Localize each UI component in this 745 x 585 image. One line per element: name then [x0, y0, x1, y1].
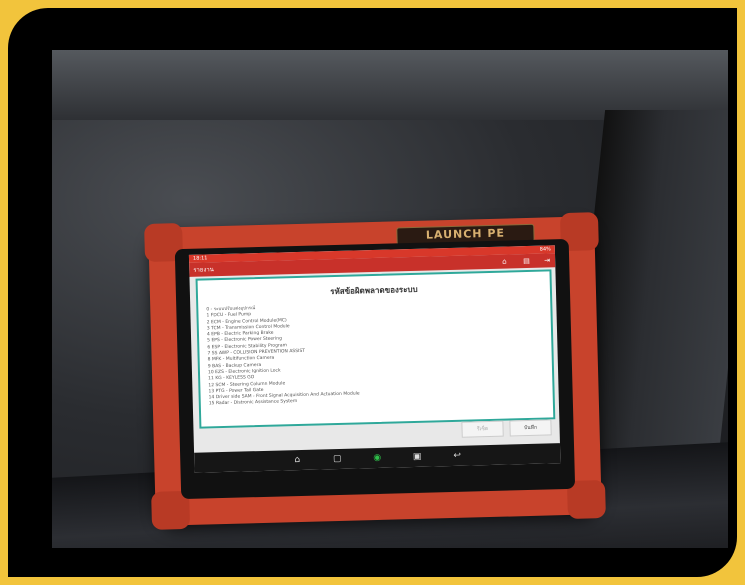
panel-title: รหัสข้อผิดพลาดของระบบ	[330, 284, 418, 297]
back-icon[interactable]: ↩	[451, 451, 463, 461]
clock: 18:11	[192, 255, 208, 262]
exit-icon[interactable]: ⇥	[544, 256, 551, 264]
android-navbar: ⌂ ▢ ◉ ▣ ↩	[194, 443, 561, 473]
tablet-bezel: 18:11 84% รายงาน ⌂ ▤ ⇥ รหัสข้อผิดพลาดของ…	[174, 238, 576, 500]
page-title: รายงาน	[193, 266, 214, 274]
home-icon[interactable]: ⌂	[502, 257, 509, 265]
tablet-screen: 18:11 84% รายงาน ⌂ ▤ ⇥ รหัสข้อผิดพลาดของ…	[188, 245, 561, 473]
vci-icon[interactable]: ◉	[371, 453, 383, 463]
photo: LAUNCH PE 18:11 84% รายงาน ⌂ ▤ ⇥ รหัสข้อ…	[52, 50, 728, 548]
save-button[interactable]: บันทึก	[509, 419, 552, 437]
screenshot-icon[interactable]: ▣	[411, 452, 423, 462]
print-icon[interactable]: ▤	[523, 256, 530, 264]
battery: 84%	[539, 246, 551, 253]
dtc-panel: รหัสข้อผิดพลาดของระบบ 0 - ระบบปรับแต่งอุ…	[195, 269, 556, 429]
yellow-frame: LAUNCH PE 18:11 84% รายงาน ⌂ ▤ ⇥ รหัสข้อ…	[8, 8, 737, 577]
home-icon[interactable]: ⌂	[291, 455, 303, 465]
dtc-list: 0 - ระบบปรับแต่งอุปกรณ์ 1 FDCU - Fuel Pu…	[206, 298, 553, 408]
reset-button[interactable]: รีเซ็ต	[461, 420, 504, 438]
recent-apps-icon[interactable]: ▢	[331, 454, 343, 464]
tablet: LAUNCH PE 18:11 84% รายงาน ⌂ ▤ ⇥ รหัสข้อ…	[144, 212, 606, 530]
